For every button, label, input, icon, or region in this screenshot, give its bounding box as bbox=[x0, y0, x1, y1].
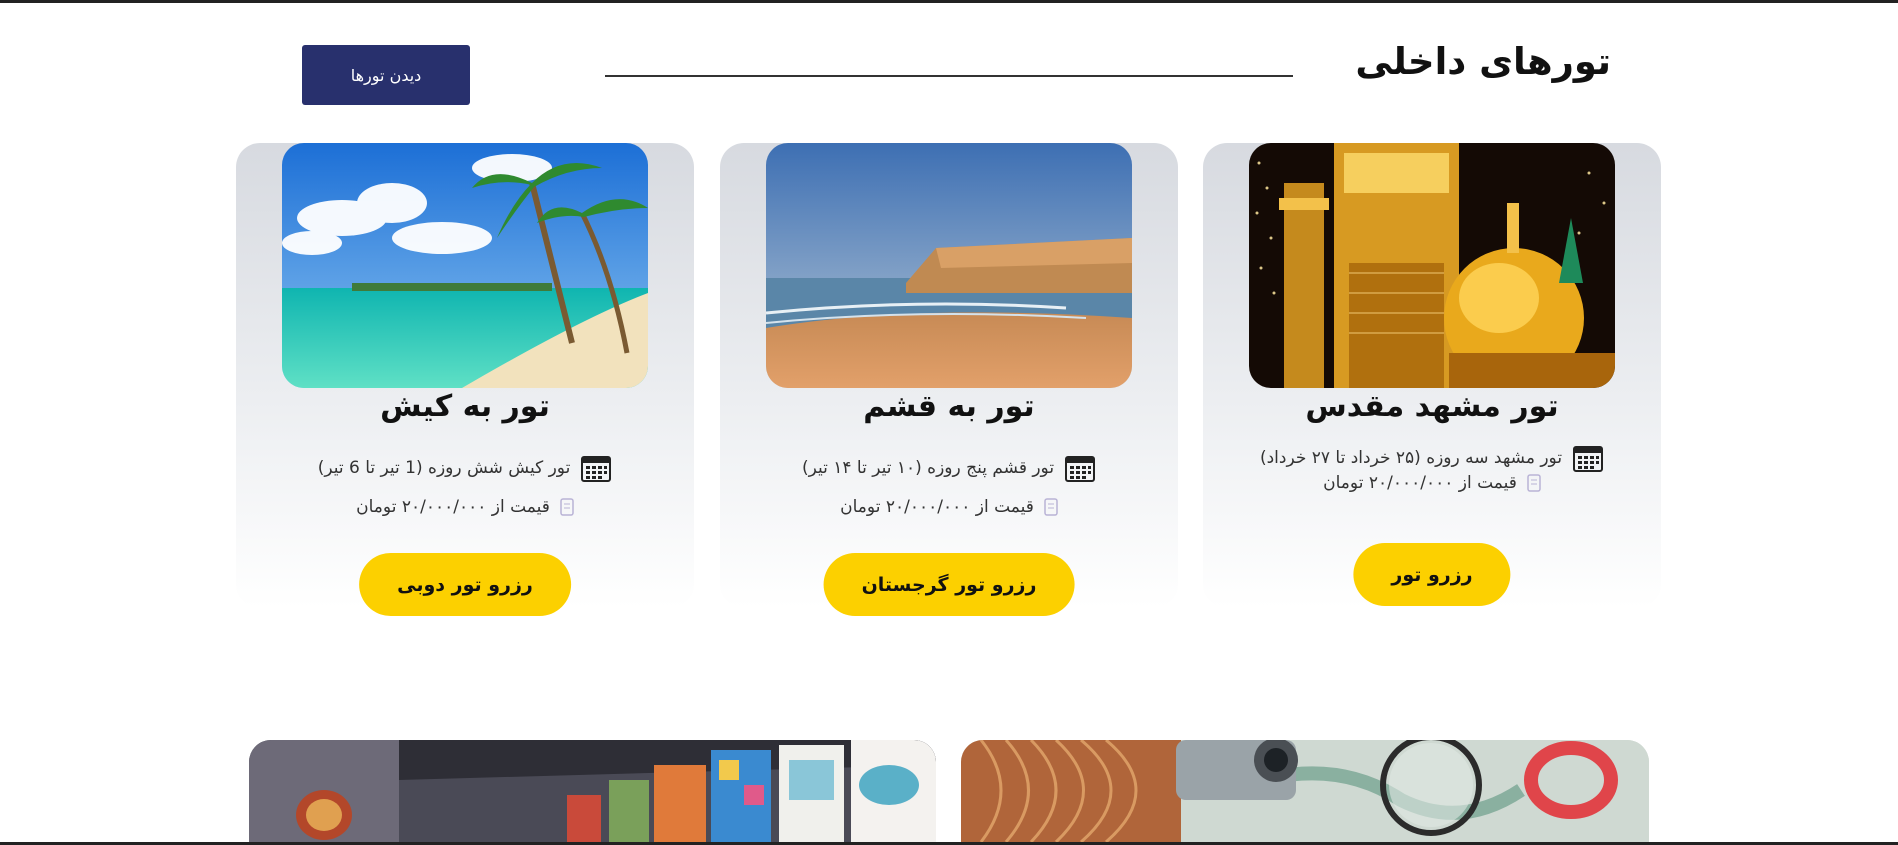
tour-details-text: تور قشم پنج روزه (۱۰ تیر تا ۱۴ تیر) bbox=[801, 458, 1055, 478]
tour-details-row: تور مشهد سه روزه (۲۵ خرداد تا ۲۷ خرداد) bbox=[1203, 443, 1661, 473]
book-tour-button[interactable]: رزرو تور bbox=[1353, 543, 1511, 606]
kish-tropical-beach-image bbox=[282, 143, 648, 388]
view-tours-button[interactable]: دیدن تورها bbox=[302, 45, 470, 105]
tour-details-row: تور قشم پنج روزه (۱۰ تیر تا ۱۴ تیر) bbox=[720, 453, 1178, 483]
section-title: تورهای داخلی bbox=[1355, 40, 1611, 83]
calendar-icon bbox=[1064, 453, 1096, 483]
title-divider bbox=[605, 75, 1293, 77]
tour-price-text: قیمت از ۲۰/۰۰۰/۰۰۰ تومان bbox=[1323, 473, 1517, 493]
document-icon bbox=[1044, 498, 1058, 516]
mashhad-shrine-image bbox=[1249, 143, 1615, 388]
calendar-icon bbox=[580, 453, 612, 483]
top-border bbox=[0, 0, 1898, 3]
tour-price-row: قیمت از ۲۰/۰۰۰/۰۰۰ تومان bbox=[236, 497, 694, 517]
card-title: تور مشهد مقدس bbox=[1305, 389, 1559, 424]
tour-price-text: قیمت از ۲۰/۰۰۰/۰۰۰ تومان bbox=[356, 497, 550, 517]
book-tour-button[interactable]: رزرو تور گرجستان bbox=[823, 553, 1075, 616]
tour-price-row: قیمت از ۲۰/۰۰۰/۰۰۰ تومان bbox=[720, 497, 1178, 517]
document-icon bbox=[560, 498, 574, 516]
tour-price-text: قیمت از ۲۰/۰۰۰/۰۰۰ تومان bbox=[840, 497, 1034, 517]
calendar-icon bbox=[1572, 443, 1604, 473]
book-tour-button[interactable]: رزرو تور دوبی bbox=[359, 553, 571, 616]
tour-card-kish[interactable]: تور به کیش تور کیش شش روزه (1 تیر تا 6 ت… bbox=[236, 143, 694, 616]
tour-price-row: قیمت از ۲۰/۰۰۰/۰۰۰ تومان bbox=[1203, 473, 1661, 493]
card-title: تور به کیش bbox=[380, 389, 550, 424]
travel-map-camera-image bbox=[961, 740, 1649, 842]
tour-card-mashhad[interactable]: تور مشهد مقدس تور مشهد سه روزه (۲۵ خرداد… bbox=[1203, 143, 1661, 608]
art-gallery-image bbox=[249, 740, 936, 842]
tour-details-row: تور کیش شش روزه (1 تیر تا 6 تیر) bbox=[236, 453, 694, 483]
document-icon bbox=[1527, 474, 1541, 492]
tour-details-text: تور کیش شش روزه (1 تیر تا 6 تیر) bbox=[317, 458, 571, 478]
tour-card-qeshm[interactable]: تور به قشم تور قشم پنج روزه (۱۰ تیر تا ۱… bbox=[720, 143, 1178, 616]
card-title: تور به قشم bbox=[863, 389, 1035, 424]
tour-details-text: تور مشهد سه روزه (۲۵ خرداد تا ۲۷ خرداد) bbox=[1259, 448, 1563, 468]
qeshm-beach-cliff-image bbox=[766, 143, 1132, 388]
